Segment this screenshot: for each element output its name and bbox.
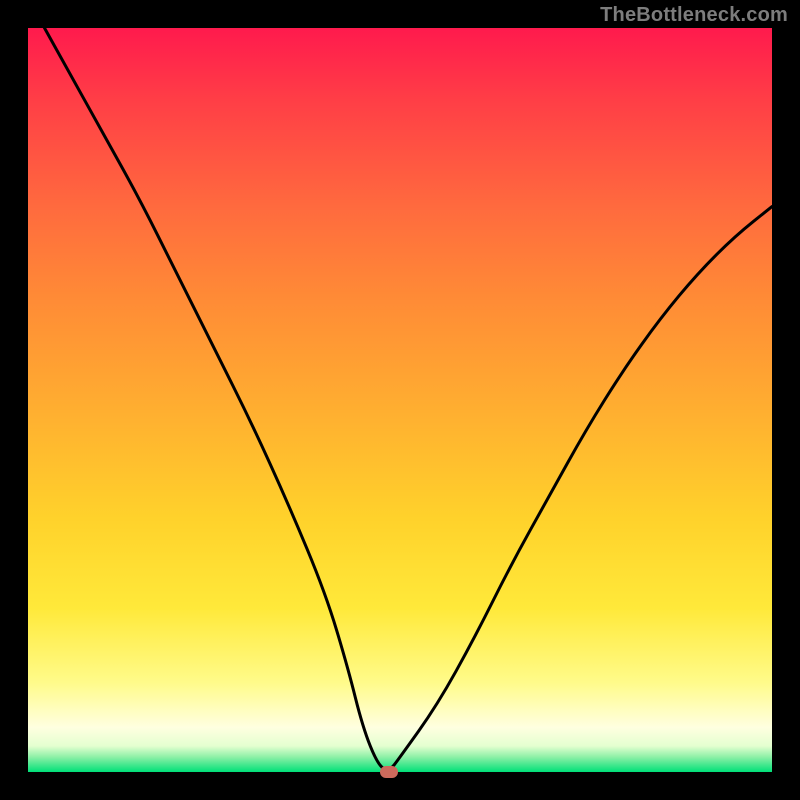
optimal-marker-icon <box>380 766 398 778</box>
plot-area <box>28 28 772 772</box>
outer-frame: TheBottleneck.com <box>0 0 800 800</box>
bottleneck-curve <box>28 28 772 772</box>
watermark-text: TheBottleneck.com <box>600 4 788 27</box>
